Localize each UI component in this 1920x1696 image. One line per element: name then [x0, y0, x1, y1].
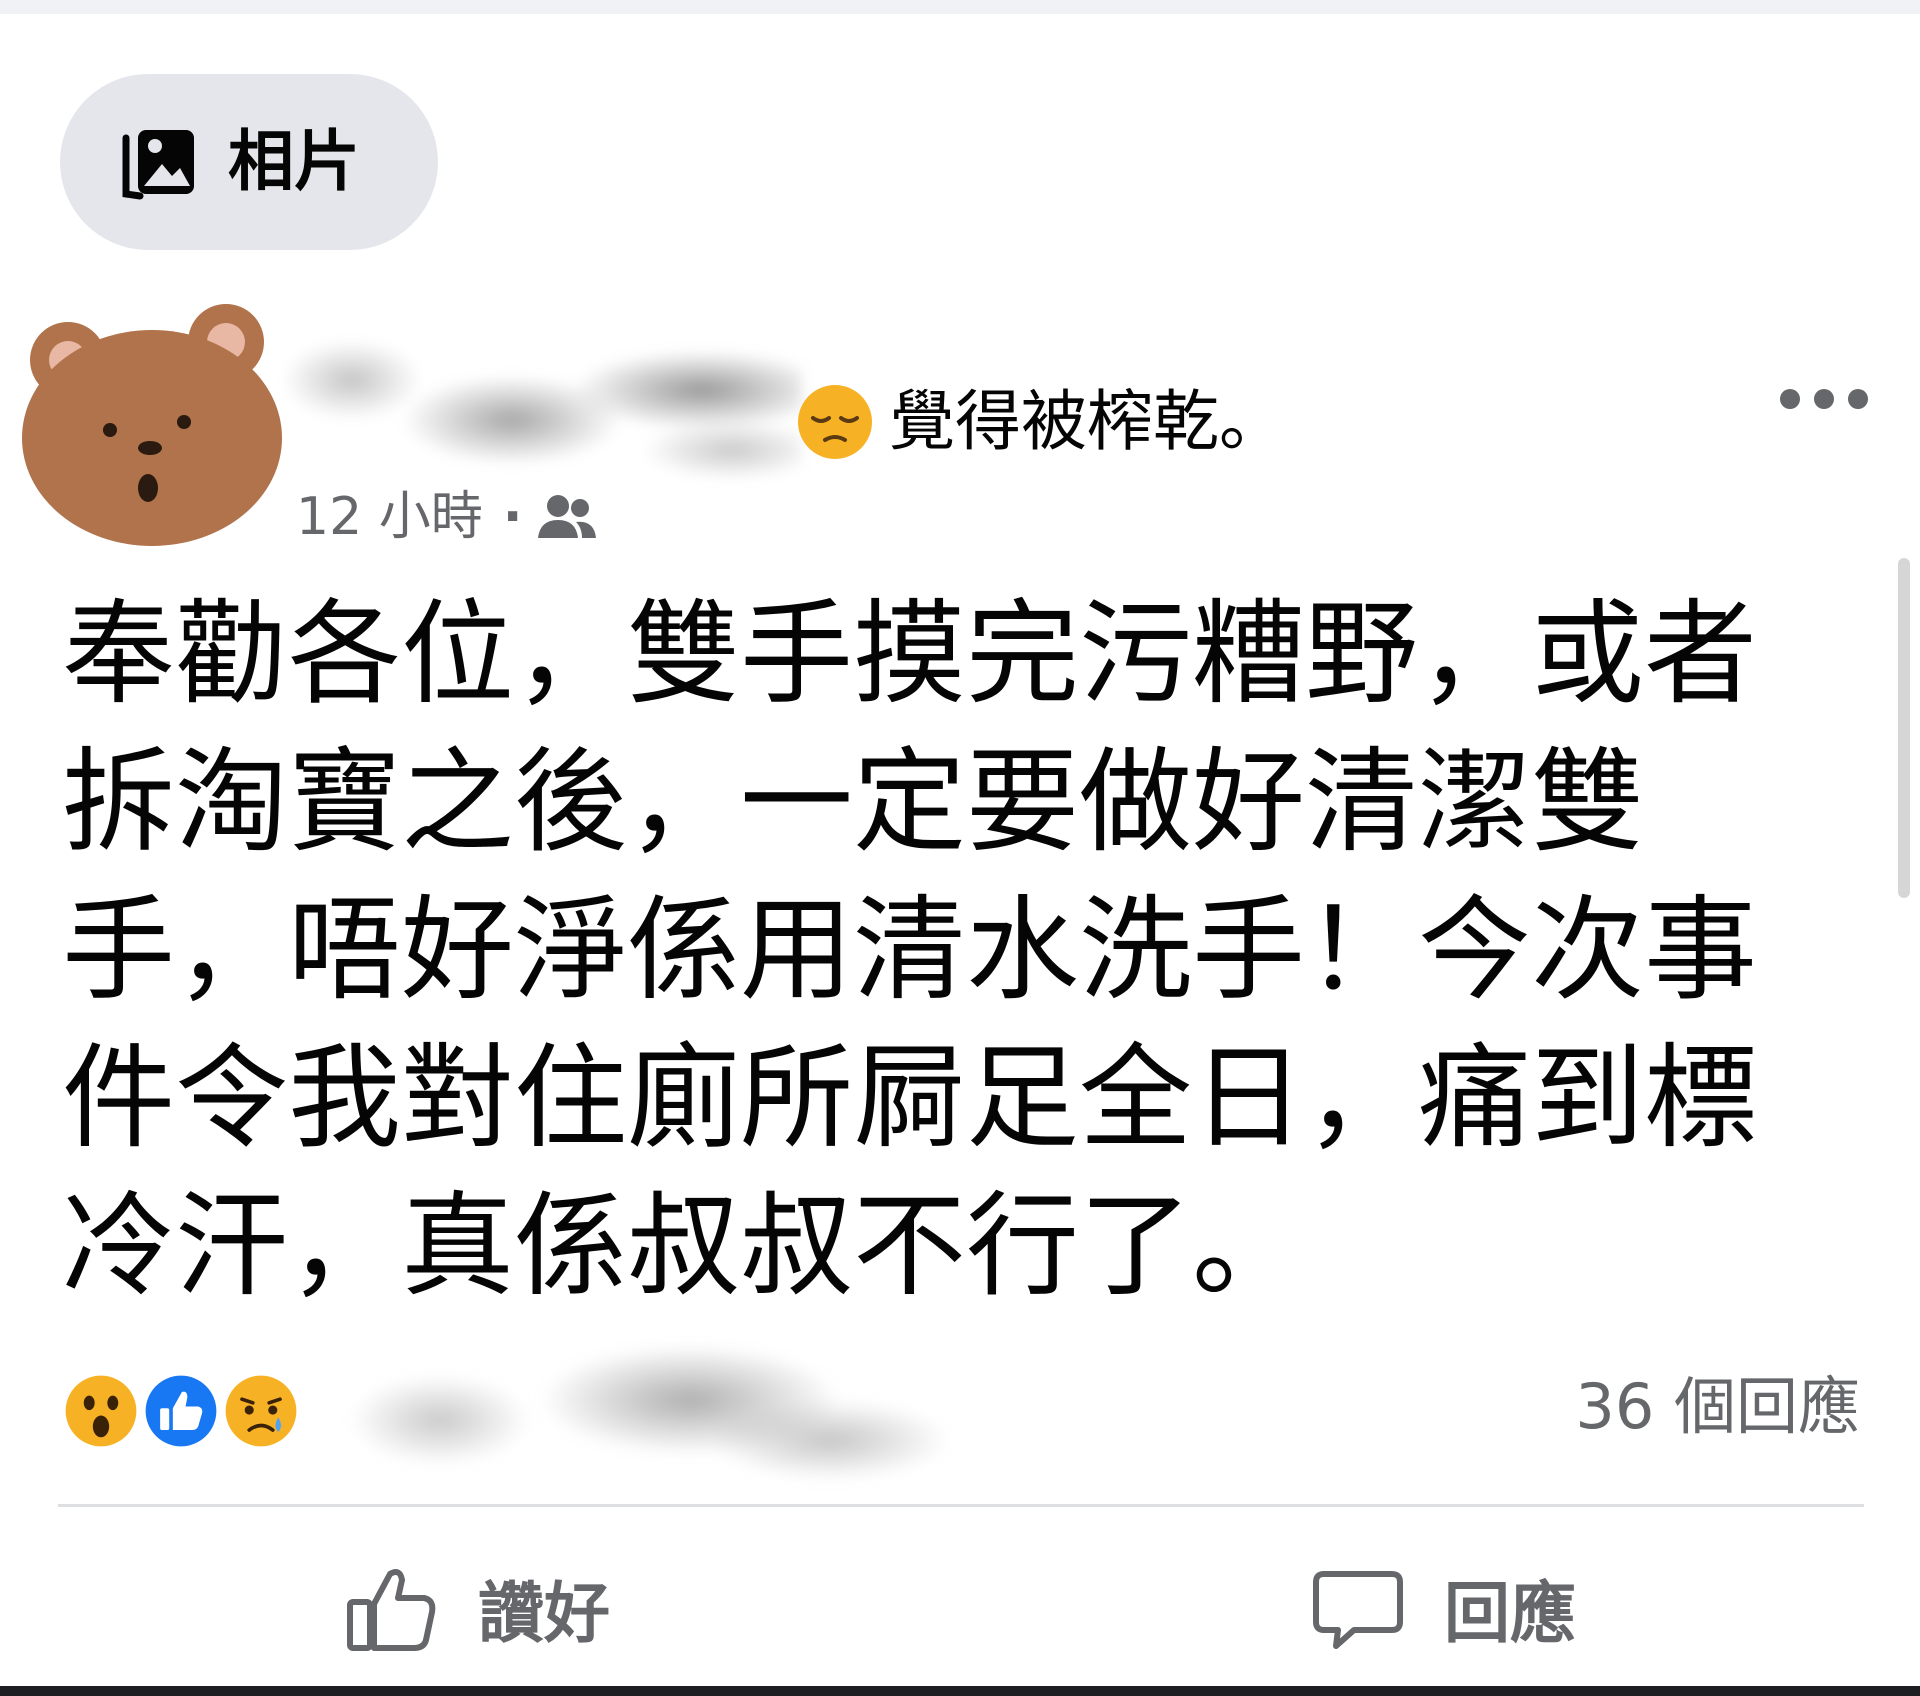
- comment-count[interactable]: 36 個回應: [1575, 1364, 1860, 1450]
- feeling-status: 覺得被榨乾。: [795, 380, 1285, 464]
- comment-label: 回應: [1444, 1575, 1576, 1652]
- top-strip: [0, 0, 1920, 14]
- reaction-summary[interactable]: [58, 1368, 304, 1454]
- more-dot: [1848, 389, 1868, 409]
- avatar[interactable]: [14, 300, 290, 552]
- post-body-line: 奉勸各位，雙手摸完污糟野，或者: [62, 588, 1757, 720]
- more-dot: [1814, 389, 1834, 409]
- more-options-button[interactable]: [1780, 382, 1868, 416]
- post-timestamp[interactable]: 12 小時: [296, 482, 483, 552]
- pensive-face-icon: [798, 385, 872, 459]
- like-label: 讚好: [478, 1575, 610, 1652]
- redacted-reactor-names: [310, 1320, 990, 1490]
- comment-bubble-icon: [1313, 1571, 1403, 1649]
- like-reaction-icon: [138, 1368, 224, 1454]
- bottom-strip: [0, 1686, 1920, 1696]
- more-dot: [1780, 389, 1800, 409]
- post-body-line: 手，唔好淨係用清水洗手！今次事: [62, 884, 1757, 1016]
- post-meta: 12 小時 ·: [296, 482, 598, 552]
- photos-icon: [122, 130, 194, 200]
- scrollbar[interactable]: [1898, 558, 1910, 898]
- divider: [58, 1504, 1864, 1507]
- like-button[interactable]: 讚好: [344, 1560, 610, 1656]
- wow-reaction-icon: [58, 1368, 144, 1454]
- sad-reaction-icon: [218, 1368, 304, 1454]
- feeling-text: 覺得被榨乾。: [889, 383, 1285, 460]
- meta-separator: ·: [502, 487, 523, 547]
- post-body-line: 冷汗，真係叔叔不行了。: [62, 1180, 1305, 1312]
- comment-button[interactable]: 回應: [1310, 1560, 1576, 1656]
- thumbs-up-icon: [347, 1569, 436, 1651]
- post-body: 奉勸各位，雙手摸完污糟野，或者 拆淘寶之後，一定要做好清潔雙 手，唔好淨係用清水…: [62, 580, 1882, 1320]
- friends-icon[interactable]: [536, 492, 598, 542]
- photos-chip-label: 相片: [228, 123, 360, 200]
- redacted-author-name: [262, 330, 802, 480]
- photos-filter-chip[interactable]: 相片: [60, 74, 438, 250]
- post-body-line: 拆淘寶之後，一定要做好清潔雙: [62, 736, 1644, 868]
- post-body-line: 件令我對住廁所屙足全日，痛到標: [62, 1032, 1757, 1164]
